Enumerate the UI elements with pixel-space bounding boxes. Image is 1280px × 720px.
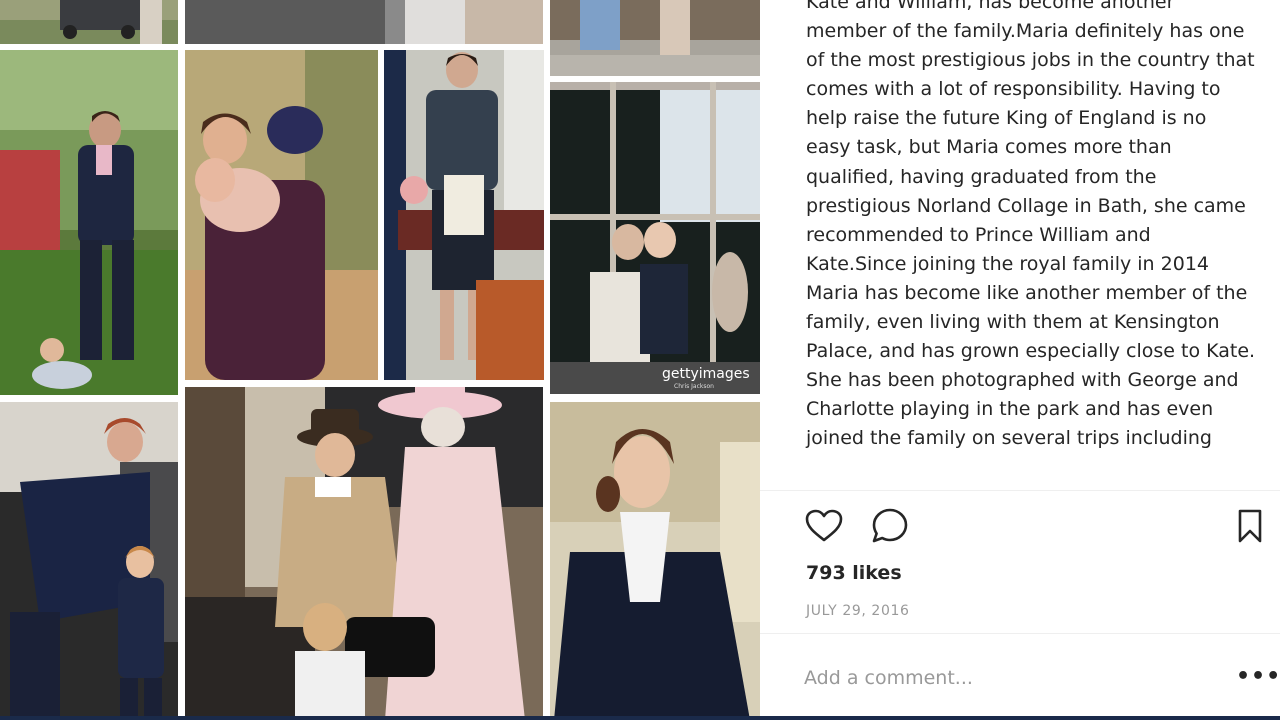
photo-stroller-top (0, 0, 178, 44)
comment-icon (872, 508, 908, 543)
divider (760, 633, 1280, 634)
photo-collage[interactable]: gettyimages Chris Jackson (0, 0, 760, 720)
window-bottom-edge (0, 716, 1280, 720)
post-panel: Kate and William, has become another mem… (760, 0, 1280, 720)
photo-nanny-portrait (550, 402, 760, 720)
save-button[interactable] (1230, 506, 1270, 546)
photo-nanny-lifting-child (185, 50, 378, 380)
photo-window-getty: gettyimages Chris Jackson (550, 82, 760, 394)
photo-nanny-park-crawling (0, 50, 178, 395)
like-button[interactable] (804, 506, 844, 546)
comment-button[interactable] (870, 506, 910, 546)
photo-nanny-and-queen (185, 387, 543, 720)
post-date: JULY 29, 2016 (806, 603, 910, 619)
heart-icon (805, 509, 843, 542)
post-caption: Kate and William, has become another mem… (806, 0, 1262, 450)
photo-credit: Chris Jackson (674, 383, 714, 390)
likes-count[interactable]: 793 likes (806, 562, 902, 584)
getty-watermark: gettyimages (662, 366, 750, 382)
more-options-button[interactable]: ••• (1236, 664, 1280, 689)
bookmark-icon (1238, 509, 1262, 543)
photo-top-middle (185, 0, 543, 44)
comment-input[interactable] (804, 662, 1204, 694)
photo-nanny-standing-indoor (384, 50, 544, 380)
divider (760, 490, 1280, 491)
photo-nanny-with-toddler (0, 402, 178, 720)
photo-top-right (550, 0, 760, 76)
